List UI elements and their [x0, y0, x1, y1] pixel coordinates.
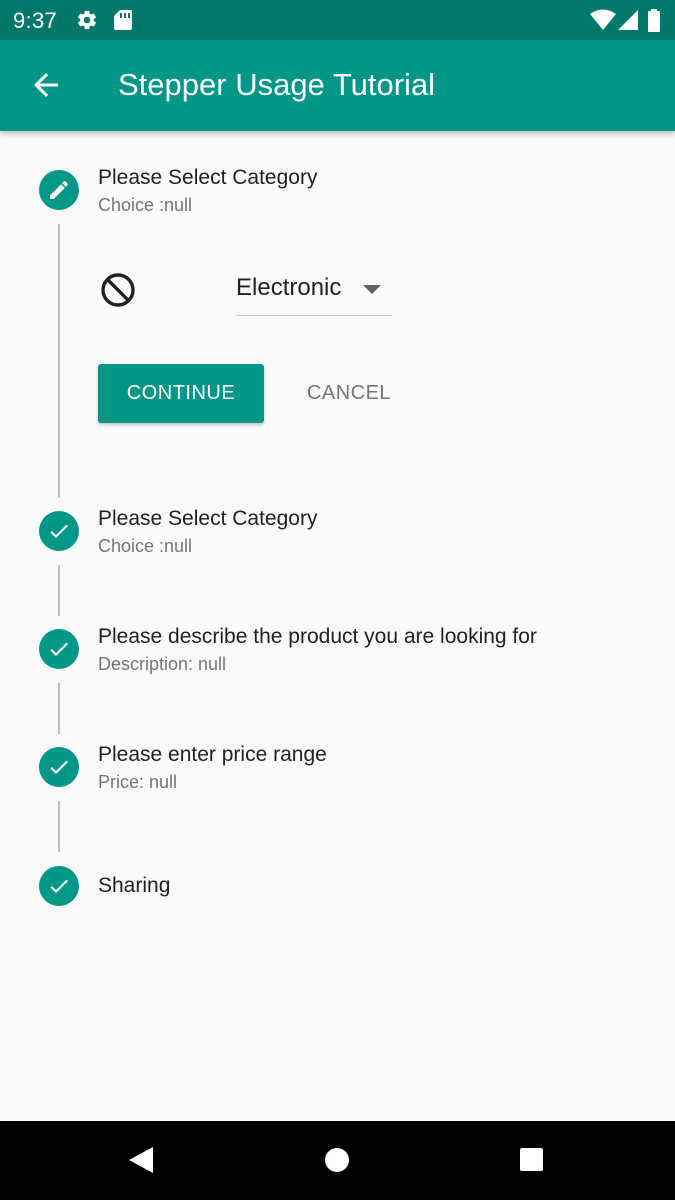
home-circle-icon[interactable] — [325, 1146, 351, 1174]
step-5-title[interactable]: Sharing — [98, 874, 170, 898]
cancel-button[interactable]: CANCEL — [292, 364, 406, 423]
continue-button[interactable]: CONTINUE — [98, 364, 264, 423]
step-connector-1 — [58, 224, 60, 498]
step-3-title[interactable]: Please describe the product you are look… — [98, 625, 537, 649]
app-title: Stepper Usage Tutorial — [118, 67, 436, 102]
step-connector-2 — [58, 565, 60, 616]
category-dropdown[interactable]: Electronic — [236, 266, 392, 316]
check-icon — [50, 760, 68, 774]
navigation-bar — [0, 1121, 675, 1200]
wifi-icon — [590, 9, 616, 30]
step-1-indicator[interactable] — [39, 170, 79, 210]
sd-card-icon — [114, 10, 132, 30]
step-connector-3 — [58, 683, 60, 734]
arrow-back-icon[interactable] — [28, 67, 64, 103]
step-2-subtitle: Choice :null — [98, 536, 193, 556]
step-4-title[interactable]: Please enter price range — [98, 743, 327, 767]
step-5-indicator[interactable] — [39, 866, 79, 906]
edit-icon — [50, 180, 69, 199]
status-bar: 9:37 — [0, 0, 675, 40]
status-time: 9:37 — [13, 8, 58, 33]
step-4-indicator[interactable] — [39, 747, 79, 787]
dropdown-selected-value: Electronic — [236, 274, 342, 301]
step-2-indicator[interactable] — [39, 511, 79, 551]
step-4-subtitle: Price: null — [98, 772, 178, 792]
step-1-subtitle: Choice :null — [98, 195, 193, 215]
check-icon — [50, 524, 68, 538]
step-3-indicator[interactable] — [39, 629, 79, 669]
step-1-title[interactable]: Please Select Category — [98, 166, 317, 190]
step-3-subtitle: Description: null — [98, 654, 227, 674]
battery-icon — [648, 9, 660, 32]
app-bar: Stepper Usage Tutorial — [0, 40, 675, 131]
step-connector-4 — [58, 801, 60, 852]
dropdown-arrow-icon — [363, 285, 381, 294]
recents-square-icon[interactable] — [519, 1146, 545, 1174]
cell-signal-icon — [618, 10, 638, 30]
check-icon — [50, 642, 68, 656]
gear-icon — [78, 10, 96, 30]
back-triangle-icon[interactable] — [128, 1146, 154, 1174]
check-icon — [50, 879, 68, 893]
step-2-title[interactable]: Please Select Category — [98, 507, 317, 531]
block-icon — [101, 273, 135, 307]
